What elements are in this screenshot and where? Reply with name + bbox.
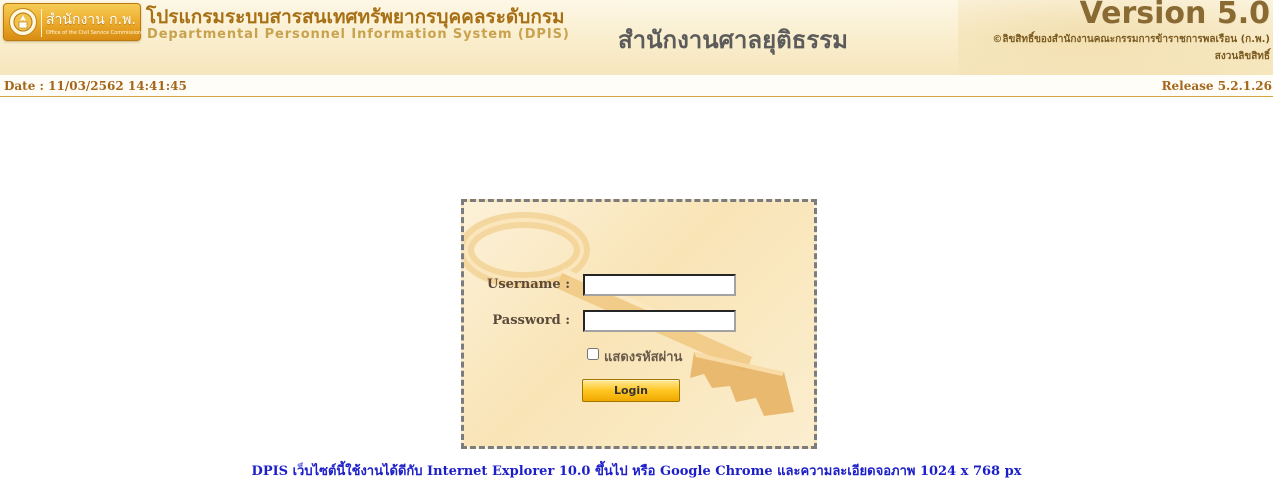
username-input[interactable] <box>583 274 736 296</box>
organization-title: สำนักงานศาลยุติธรรม <box>618 26 848 54</box>
logo-text-th: สำนักงาน ก.พ. <box>46 12 136 28</box>
logo-text-en: Office of the Civil Service Commission <box>46 30 142 36</box>
password-label: Password : <box>492 313 570 328</box>
username-label: Username : <box>486 277 570 292</box>
login-panel: Username : Password : แสดงรหัสผ่าน Login <box>461 199 817 449</box>
ocsc-emblem-icon <box>9 8 37 36</box>
program-name-en: Departmental Personnel Information Syste… <box>147 27 570 42</box>
login-button[interactable]: Login <box>582 379 680 402</box>
current-date: Date : 11/03/2562 14:41:45 <box>4 79 187 93</box>
header-banner: สำนักงาน ก.พ. Office of the Civil Servic… <box>0 0 1273 75</box>
show-password-label[interactable]: แสดงรหัสผ่าน <box>604 346 682 367</box>
logo-divider <box>41 9 42 37</box>
version-label: Version 5.0 <box>1079 0 1270 31</box>
info-bar: Date : 11/03/2562 14:41:45 Release 5.2.1… <box>0 75 1273 97</box>
copyright-text: ©ลิขสิทธิ์ของสำนักงานคณะกรรมการข้าราชการ… <box>992 34 1270 45</box>
release-version: Release 5.2.1.26 <box>1161 79 1272 93</box>
browser-compatibility-note: DPIS เว็บไซต์นี้ใช้งานได้ดีกับ Internet … <box>251 464 1022 479</box>
ocsc-logo: สำนักงาน ก.พ. Office of the Civil Servic… <box>3 3 141 41</box>
password-input[interactable] <box>583 310 736 332</box>
rights-reserved-text: สงวนลิขสิทธิ์ <box>1214 51 1270 62</box>
show-password-checkbox[interactable] <box>587 348 599 360</box>
